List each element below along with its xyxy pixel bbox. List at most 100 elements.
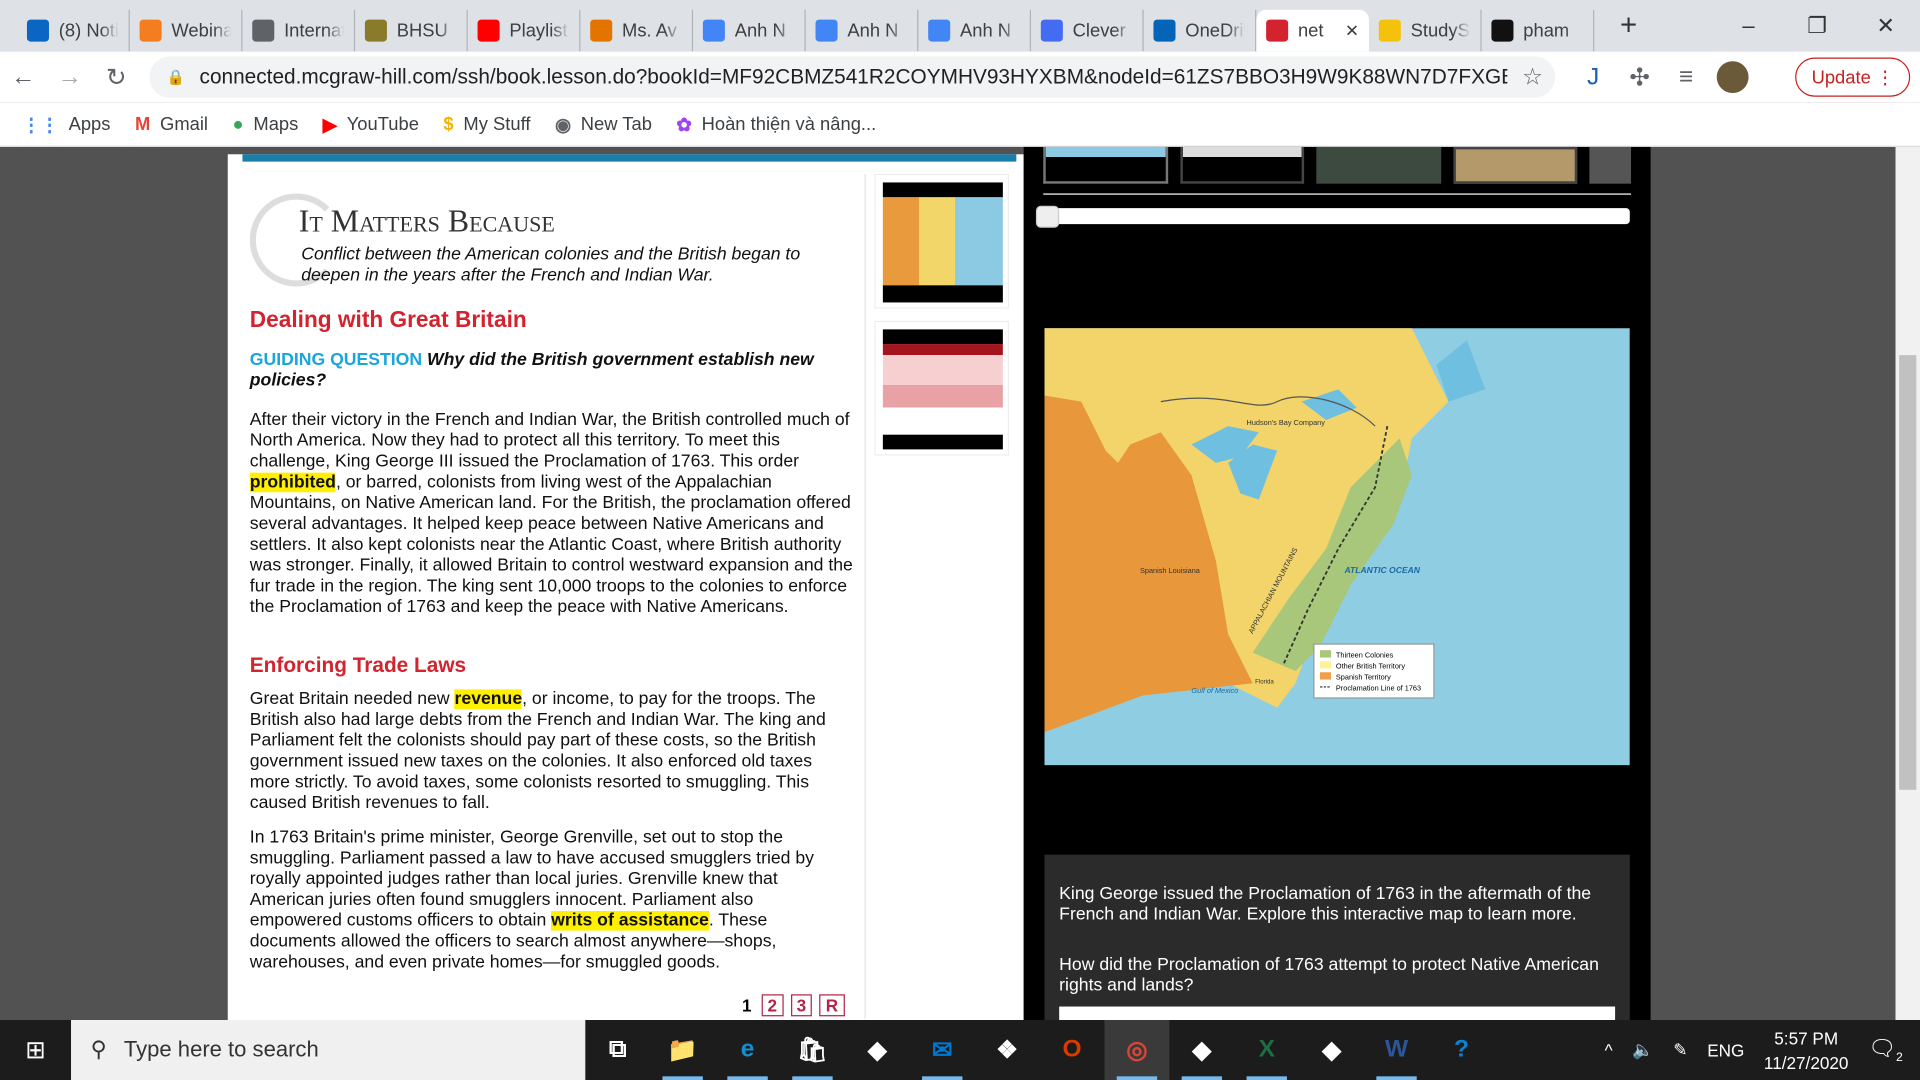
bookmark[interactable]: ▶ YouTube <box>323 113 419 135</box>
scroll-thumb[interactable] <box>1899 355 1917 790</box>
taskbar-excel-icon[interactable]: X <box>1234 1020 1299 1080</box>
taskbar-office-icon[interactable]: O <box>1040 1020 1105 1080</box>
taskbar-word-icon[interactable]: W <box>1364 1020 1429 1080</box>
tab[interactable]: Clever <box>1031 9 1144 52</box>
bookmark[interactable]: $ My Stuff <box>443 114 530 135</box>
map-thumb[interactable] <box>1316 146 1441 184</box>
docs-icon <box>702 19 725 42</box>
tab-label: Anh N <box>960 20 1012 42</box>
taskbar-app-icon[interactable]: ◆ <box>845 1020 910 1080</box>
proclamation-map[interactable]: Hudson's Bay Company Spanish Louisiana A… <box>1044 328 1630 766</box>
notification-count: 2 <box>1896 1050 1903 1065</box>
restore-icon[interactable]: ❐ <box>1783 13 1852 39</box>
tab-label: (8) Notifications <box>58 20 119 42</box>
search-icon: ⚲ <box>90 1037 107 1062</box>
volume-icon[interactable]: 🔈 <box>1632 1040 1653 1061</box>
tab-label: pham <box>1523 20 1570 42</box>
taskbar-help-icon[interactable]: ? <box>1429 1020 1494 1080</box>
back-icon[interactable]: ← <box>0 63 47 91</box>
tab[interactable]: Playlist <box>468 9 581 52</box>
taskbar-edge-icon[interactable]: e <box>715 1020 780 1080</box>
label-gulf: Gulf of Mexico <box>1191 686 1238 695</box>
caption-text: King George issued the Proclamation of 1… <box>1059 884 1592 925</box>
avatar[interactable] <box>1716 61 1749 94</box>
tab[interactable]: Anh N <box>806 9 919 52</box>
reading-list-icon[interactable]: ≡ <box>1663 63 1710 91</box>
legend-item: Other British Territory <box>1336 662 1405 671</box>
update-button[interactable]: Update ⋮ <box>1795 57 1911 97</box>
extensions-icon[interactable]: ✣ <box>1616 62 1663 93</box>
minimize-icon[interactable]: – <box>1714 13 1783 39</box>
tab[interactable]: net ✕ <box>1256 9 1369 52</box>
star-icon[interactable]: ☆ <box>1522 63 1543 91</box>
clock[interactable]: 5:57 PM 11/27/2020 <box>1764 1026 1849 1075</box>
page-link-review[interactable]: R <box>819 994 845 1017</box>
taskbar-app-icon[interactable]: ◆ <box>1299 1020 1364 1080</box>
youtube-icon <box>477 19 500 42</box>
tab-label: International <box>284 20 344 42</box>
map-thumb[interactable] <box>1589 146 1632 184</box>
notifications-icon[interactable]: 🗨2 <box>1868 1036 1903 1065</box>
vocab-term-writs[interactable]: writs of assistance <box>551 911 709 931</box>
paragraph-1: After their victory in the French and In… <box>249 410 860 618</box>
tab[interactable]: StudySync <box>1369 9 1482 52</box>
tab[interactable]: (8) Notifications <box>17 9 130 52</box>
bookmark[interactable]: ◉ New Tab <box>555 113 652 135</box>
tab[interactable]: BHSU <box>355 9 468 52</box>
search-placeholder: Type here to search <box>123 1037 319 1062</box>
map-thumb[interactable] <box>1453 146 1578 184</box>
forward-icon[interactable]: → <box>47 63 94 91</box>
interactive-map-panel: Hudson's Bay Company Spanish Louisiana A… <box>1023 146 1651 1022</box>
text: After their victory in the French and In… <box>249 410 850 472</box>
tab[interactable]: Anh N <box>918 9 1032 52</box>
thumbnail-chart[interactable] <box>874 320 1009 456</box>
b-icon <box>1491 19 1514 42</box>
tab[interactable]: International <box>242 9 356 52</box>
timeline-slider[interactable] <box>1035 205 1630 228</box>
taskbar-task-view-icon[interactable]: ⧉ <box>585 1020 650 1080</box>
bookmark-label: Hoàn thiện và nâng... <box>701 113 877 135</box>
vocab-term-revenue[interactable]: revenue <box>454 689 523 709</box>
page-link-3[interactable]: 3 <box>790 994 813 1017</box>
thumbnail-column-divider <box>864 173 866 1019</box>
vocab-term-prohibited[interactable]: prohibited <box>249 472 336 493</box>
reload-icon[interactable]: ↻ <box>93 62 140 93</box>
slider-handle[interactable] <box>1035 205 1060 228</box>
tab[interactable]: OneDrive <box>1144 9 1257 52</box>
colorful-icon: ✿ <box>676 114 692 136</box>
new-tab-button[interactable]: + <box>1594 9 1663 43</box>
bookmark[interactable]: ✿ Hoàn thiện và nâng... <box>676 113 876 135</box>
windows-start-icon[interactable]: ⊞ <box>0 1020 71 1080</box>
tab-label: Webinar <box>171 20 231 42</box>
tab[interactable]: pham <box>1482 9 1595 52</box>
url-input[interactable]: 🔒 connected.mcgraw-hill.com/ssh/book.les… <box>149 56 1556 98</box>
tab-label: OneDrive <box>1185 20 1245 42</box>
triangle-icon <box>139 19 162 42</box>
map-thumb[interactable] <box>1179 146 1305 184</box>
close-tab-icon[interactable]: ✕ <box>1345 20 1359 41</box>
taskbar-app-icon[interactable]: ◆ <box>1169 1020 1234 1080</box>
thumbnail-map[interactable] <box>874 173 1009 309</box>
taskbar-file-explorer-icon[interactable]: 📁 <box>650 1020 715 1080</box>
extension-j-icon[interactable]: J <box>1570 63 1617 91</box>
pen-icon[interactable]: ✎ <box>1673 1040 1687 1061</box>
tab[interactable]: Webinar <box>130 9 243 52</box>
taskbar-store-icon[interactable]: 🛍 <box>780 1020 845 1080</box>
bookmark[interactable]: M Gmail <box>135 114 208 135</box>
map-thumb[interactable] <box>1043 146 1168 184</box>
legend-item: Proclamation Line of 1763 <box>1336 684 1421 693</box>
bookmark[interactable]: ● Maps <box>233 114 299 135</box>
close-window-icon[interactable]: ✕ <box>1851 13 1920 39</box>
language-indicator[interactable]: ENG <box>1707 1040 1744 1060</box>
bookmark[interactable]: ⋮⋮ Apps <box>22 113 110 135</box>
taskbar-dropbox-icon[interactable]: ❖ <box>975 1020 1040 1080</box>
tab[interactable]: Ms. Av <box>580 9 694 52</box>
page-scrollbar[interactable] <box>1895 146 1920 1021</box>
page-link-2[interactable]: 2 <box>761 994 784 1017</box>
chevron-up-icon[interactable]: ^ <box>1605 1040 1613 1060</box>
taskbar-chrome-icon[interactable]: ◎ <box>1104 1020 1170 1080</box>
taskbar-search[interactable]: ⚲ Type here to search <box>71 1020 586 1080</box>
tab[interactable]: Anh N <box>693 9 806 52</box>
text: , or barred, colonists from living west … <box>249 472 853 618</box>
taskbar-mail-icon[interactable]: ✉ <box>910 1020 975 1080</box>
